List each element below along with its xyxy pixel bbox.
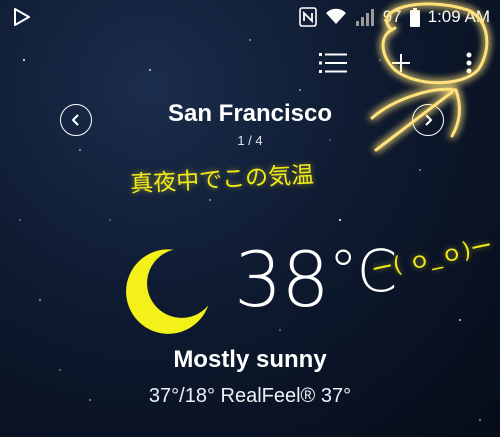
city-name: San Francisco xyxy=(167,100,333,127)
nfc-icon xyxy=(298,7,317,27)
app-toolbar xyxy=(316,40,486,86)
play-store-icon xyxy=(10,6,32,28)
signal-icon xyxy=(355,8,375,26)
moon-icon xyxy=(126,249,209,334)
list-icon[interactable] xyxy=(316,46,350,80)
status-bar: 97 1:09 AM xyxy=(0,0,500,34)
battery-icon xyxy=(409,7,420,27)
temperature-value: 38 xyxy=(234,235,330,324)
temperature-detail: 37°/18° RealFeel® 37° xyxy=(148,385,352,407)
add-location-icon[interactable] xyxy=(384,46,418,80)
wifi-icon xyxy=(325,8,347,26)
clock: 1:09 AM xyxy=(427,7,490,26)
battery-percent: 97 xyxy=(382,7,402,26)
more-vert-icon[interactable] xyxy=(452,46,486,80)
weather-condition: Mostly sunny xyxy=(173,346,327,373)
page-indicator: 1 / 4 xyxy=(237,133,263,148)
